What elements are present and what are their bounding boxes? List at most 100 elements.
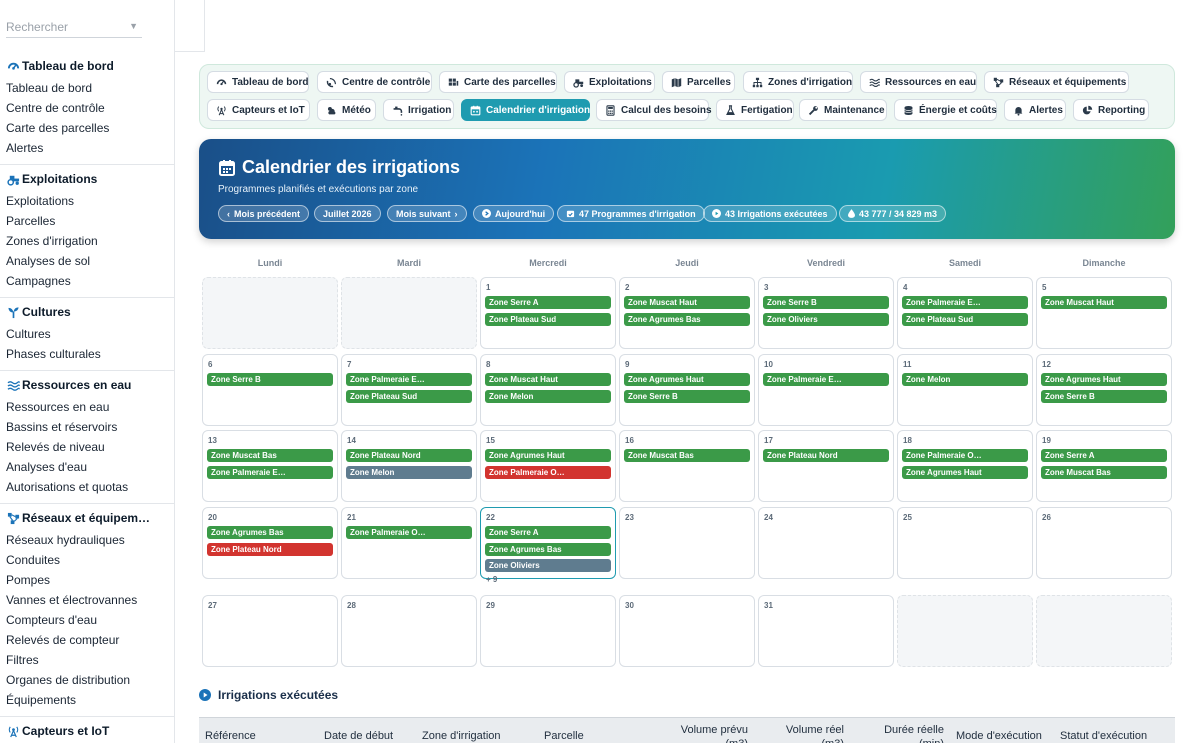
irrigation-event[interactable]: Zone Plateau Nord [346, 449, 472, 462]
irrigation-event[interactable]: Zone Agrumes Haut [485, 449, 611, 462]
calendar-day-cell[interactable]: 24 [758, 507, 894, 579]
calendar-day-cell[interactable]: 30 [619, 595, 755, 667]
tab-zones-d-irrigation[interactable]: Zones d'irrigation [743, 71, 853, 93]
irrigation-event[interactable]: Zone Agrumes Haut [1041, 373, 1167, 386]
sidebar-item-cultures[interactable]: Cultures [0, 324, 174, 344]
calendar-day-cell[interactable]: 26 [1036, 507, 1172, 579]
column-header-duree-reelle-min[interactable]: Durée réelle (min) [864, 723, 944, 743]
calendar-day-cell[interactable]: 1 Zone Serre A Zone Plateau Sud [480, 277, 616, 349]
irrigation-event[interactable]: Zone Serre A [485, 526, 611, 539]
irrigation-event[interactable]: Zone Melon [485, 389, 611, 403]
tab-reseaux-et-equipements[interactable]: Réseaux et équipements [984, 71, 1129, 93]
tab-maintenance[interactable]: Maintenance [799, 99, 887, 121]
column-header-volume-prevu-m3[interactable]: Volume prévu (m3) [668, 723, 748, 743]
irrigation-event[interactable]: Zone Palmeraie E… [902, 296, 1028, 309]
sidebar-item-equipements[interactable]: Équipements [0, 690, 174, 710]
tab-tableau-de-bord[interactable]: Tableau de bord [207, 71, 309, 93]
irrigation-event[interactable]: Zone Serre B [1041, 389, 1167, 403]
irrigation-event[interactable]: Zone Serre B [763, 296, 889, 309]
sidebar-item-alertes[interactable]: Alertes [0, 138, 174, 158]
irrigation-event[interactable]: Zone Melon [346, 465, 472, 479]
irrigation-event[interactable]: Zone Muscat Haut [485, 373, 611, 386]
calendar-day-cell[interactable]: 4 Zone Palmeraie E… Zone Plateau Sud [897, 277, 1033, 349]
sidebar-item-reseaux-hydrauliques[interactable]: Réseaux hydrauliques [0, 530, 174, 550]
calendar-day-cell[interactable]: 29 [480, 595, 616, 667]
sidebar-item-conduites[interactable]: Conduites [0, 550, 174, 570]
today-button[interactable]: Aujourd'hui [473, 205, 555, 222]
calendar-day-cell[interactable]: 31 [758, 595, 894, 667]
tab-exploitations[interactable]: Exploitations [564, 71, 655, 93]
tab-calcul-des-besoins[interactable]: Calcul des besoins [596, 99, 712, 121]
tab-energie-et-couts[interactable]: Énergie et coûts [894, 99, 997, 121]
irrigation-event[interactable]: Zone Oliviers [485, 559, 611, 572]
calendar-day-cell[interactable]: 17 Zone Plateau Nord [758, 430, 894, 502]
calendar-day-cell[interactable]: 9 Zone Agrumes Haut Zone Serre B [619, 354, 755, 426]
calendar-day-cell[interactable]: 8 Zone Muscat Haut Zone Melon [480, 354, 616, 426]
calendar-day-cell[interactable]: 18 Zone Palmeraie O… Zone Agrumes Haut [897, 430, 1033, 502]
sidebar-section-title[interactable]: Réseaux et équipem… [0, 508, 174, 528]
sidebar-item-tableau-de-bord[interactable]: Tableau de bord [0, 78, 174, 98]
calendar-day-cell[interactable]: 10 Zone Palmeraie E… [758, 354, 894, 426]
calendar-day-cell[interactable]: 2 Zone Muscat Haut Zone Agrumes Bas [619, 277, 755, 349]
irrigation-event[interactable]: Zone Serre B [207, 373, 333, 386]
calendar-day-cell[interactable]: 5 Zone Muscat Haut [1036, 277, 1172, 349]
irrigation-event[interactable]: Zone Plateau Sud [346, 389, 472, 403]
tab-reporting[interactable]: Reporting [1073, 99, 1149, 121]
sidebar-section-title[interactable]: Exploitations [0, 169, 174, 189]
sidebar-item-parcelles[interactable]: Parcelles [0, 211, 174, 231]
irrigation-event[interactable]: Zone Muscat Haut [1041, 296, 1167, 309]
tab-carte-des-parcelles[interactable]: Carte des parcelles [439, 71, 557, 93]
sidebar-section-title[interactable]: Tableau de bord [0, 56, 174, 76]
sidebar-item-compteurs-d-eau[interactable]: Compteurs d'eau [0, 610, 174, 630]
sidebar-item-pompes[interactable]: Pompes [0, 570, 174, 590]
column-header-reference[interactable]: Référence [205, 730, 256, 742]
irrigation-event[interactable]: Zone Serre A [1041, 449, 1167, 462]
calendar-day-cell[interactable]: 13 Zone Muscat Bas Zone Palmeraie E… [202, 430, 338, 502]
calendar-day-cell[interactable]: 23 [619, 507, 755, 579]
sidebar-item-releves-de-compteur[interactable]: Relevés de compteur [0, 630, 174, 650]
prev-month-button[interactable]: ‹ Mois précédent [218, 205, 310, 222]
calendar-day-cell[interactable]: 16 Zone Muscat Bas [619, 430, 755, 502]
irrigation-event[interactable]: Zone Palmeraie O… [485, 465, 611, 479]
calendar-day-cell[interactable]: 28 [341, 595, 477, 667]
sidebar-item-releves-de-niveau[interactable]: Relevés de niveau [0, 437, 174, 457]
column-header-date-de-debut[interactable]: Date de début [324, 730, 393, 742]
tab-centre-de-controle[interactable]: Centre de contrôle [317, 71, 432, 93]
sidebar-item-phases-culturales[interactable]: Phases culturales [0, 344, 174, 364]
sidebar-item-analyses-de-sol[interactable]: Analyses de sol [0, 251, 174, 271]
column-header-parcelle[interactable]: Parcelle [544, 730, 584, 742]
calendar-day-cell[interactable]: 3 Zone Serre B Zone Oliviers [758, 277, 894, 349]
sidebar-item-centre-de-controle[interactable]: Centre de contrôle [0, 98, 174, 118]
sidebar-item-carte-des-parcelles[interactable]: Carte des parcelles [0, 118, 174, 138]
sidebar-item-bassins-et-reservoirs[interactable]: Bassins et réservoirs [0, 417, 174, 437]
programs-badge[interactable]: 47 Programmes d'irrigation [557, 205, 705, 222]
tab-calendrier-d-irrigation[interactable]: Calendrier d'irrigation [461, 99, 590, 121]
irrigation-event[interactable]: Zone Palmeraie E… [346, 373, 472, 386]
tab-irrigation[interactable]: Irrigation [383, 99, 454, 121]
irrigation-event[interactable]: Zone Palmeraie O… [902, 449, 1028, 462]
sidebar-section-title[interactable]: Cultures [0, 302, 174, 322]
sidebar-item-exploitations[interactable]: Exploitations [0, 191, 174, 211]
calendar-day-cell[interactable]: 12 Zone Agrumes Haut Zone Serre B [1036, 354, 1172, 426]
irrigation-event[interactable]: Zone Melon [902, 373, 1028, 386]
sidebar-section-title[interactable]: Capteurs et IoT [0, 721, 174, 741]
tab-capteurs-et-iot[interactable]: Capteurs et IoT [207, 99, 310, 121]
tab-ressources-en-eau[interactable]: Ressources en eau [860, 71, 977, 93]
irrigation-event[interactable]: Zone Plateau Sud [902, 312, 1028, 326]
calendar-day-cell[interactable]: 11 Zone Melon [897, 354, 1033, 426]
calendar-day-cell[interactable]: 20 Zone Agrumes Bas Zone Plateau Nord [202, 507, 338, 579]
calendar-day-cell[interactable]: 25 [897, 507, 1033, 579]
irrigation-event[interactable]: Zone Plateau Nord [207, 542, 333, 556]
calendar-day-cell[interactable]: 6 Zone Serre B [202, 354, 338, 426]
irrigation-event[interactable]: Zone Palmeraie E… [207, 465, 333, 479]
sidebar-section-title[interactable]: Ressources en eau [0, 375, 174, 395]
sidebar-item-zones-d-irrigation[interactable]: Zones d'irrigation [0, 231, 174, 251]
irrigation-event[interactable]: Zone Agrumes Bas [207, 526, 333, 539]
tab-parcelles[interactable]: Parcelles [662, 71, 735, 93]
calendar-day-cell[interactable]: 21 Zone Palmeraie O… [341, 507, 477, 579]
irrigation-event[interactable]: Zone Agrumes Bas [624, 312, 750, 326]
next-month-button[interactable]: Mois suivant › [387, 205, 467, 222]
tab-meteo[interactable]: Météo [317, 99, 376, 121]
chevron-down-icon[interactable]: ▼ [129, 21, 138, 31]
column-header-statut-d-execution[interactable]: Statut d'exécution [1060, 730, 1147, 742]
